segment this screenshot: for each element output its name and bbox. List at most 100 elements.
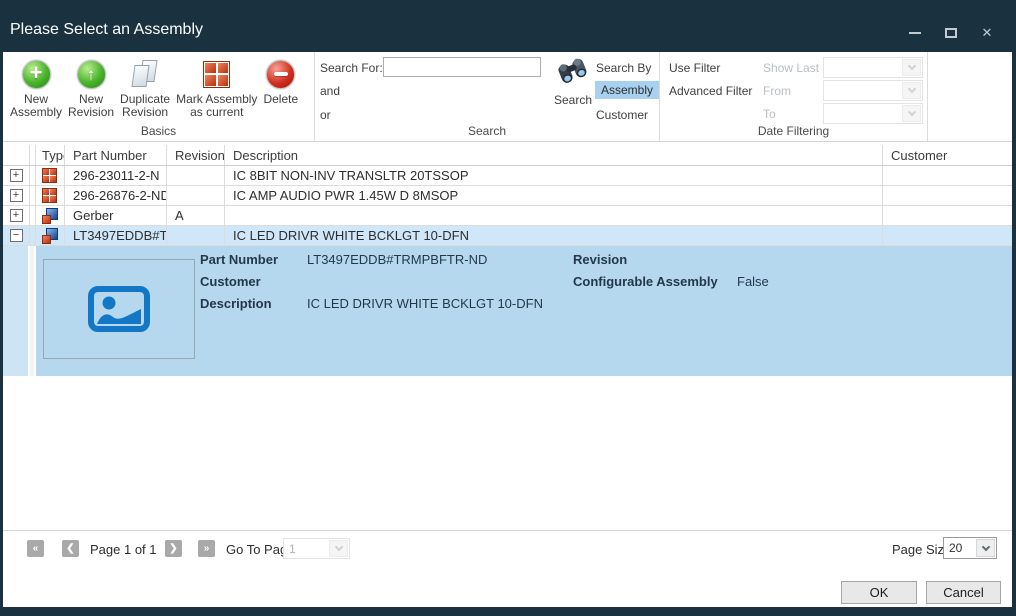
column-header-customer[interactable]: Customer	[883, 145, 1012, 165]
duplicate-revision-label-2: Revision	[122, 106, 168, 119]
cell-description	[225, 206, 883, 225]
pagination-bar: « ❮ Page 1 of 1 ❯ » Go To Page 1 Page Si…	[3, 530, 1012, 566]
chevron-down-icon	[902, 59, 921, 76]
maximize-button[interactable]	[940, 24, 962, 42]
collapse-button[interactable]: −	[10, 229, 23, 242]
assembly-grid: Type Part Number Revision Description Cu…	[3, 145, 1012, 376]
cell-revision	[167, 166, 225, 185]
next-page-icon: ❯	[169, 543, 177, 554]
cell-part-number: Gerber	[65, 206, 167, 225]
delete-label: Delete	[263, 93, 298, 106]
assembly-icon	[42, 228, 58, 244]
detail-configurable-label: Configurable Assembly	[573, 274, 718, 289]
column-header-revision[interactable]: Revision	[167, 145, 225, 165]
new-revision-button[interactable]: ↑ New Revision	[65, 56, 117, 121]
close-button[interactable]: ✕	[976, 24, 998, 42]
mark-assembly-current-button[interactable]: Mark Assembly as current	[173, 56, 260, 121]
page-indicator: Page 1 of 1	[90, 542, 157, 557]
ok-button-label: OK	[870, 585, 889, 600]
delete-button[interactable]: Delete	[260, 56, 301, 108]
search-and-label: and	[320, 84, 340, 98]
chevron-down-icon	[976, 539, 995, 557]
assembly-image-placeholder	[43, 259, 195, 359]
page-size-dropdown[interactable]: 20	[943, 537, 997, 559]
first-page-icon: «	[33, 543, 39, 554]
expand-button[interactable]: +	[10, 209, 23, 222]
ribbon-toolbar: + New Assembly ↑ New Revision Duplicate …	[3, 52, 1012, 142]
detail-revision-label: Revision	[573, 252, 627, 267]
table-row[interactable]: + 296-26876-2-ND IC AMP AUDIO PWR 1.45W …	[3, 186, 1012, 206]
minimize-button[interactable]	[904, 24, 926, 42]
ok-button[interactable]: OK	[841, 581, 917, 604]
previous-page-button[interactable]: ❮	[62, 540, 79, 557]
cell-description: IC LED DRIVR WHITE BCKLGT 10-DFN	[225, 226, 883, 245]
table-row-selected[interactable]: − LT3497EDDB#T... IC LED DRIVR WHITE BCK…	[3, 226, 1012, 246]
to-label: To	[763, 107, 776, 121]
cell-customer	[883, 186, 1012, 205]
from-dropdown	[823, 80, 923, 101]
cell-description: IC AMP AUDIO PWR 1.45W D 8MSOP	[225, 186, 883, 205]
detail-part-number-value: LT3497EDDB#TRMPBFTR-ND	[307, 252, 487, 267]
ribbon-group-basics: + New Assembly ↑ New Revision Duplicate …	[3, 52, 315, 141]
detail-description-label: Description	[200, 296, 272, 311]
cancel-button[interactable]: Cancel	[926, 581, 1001, 604]
detail-part-number-label: Part Number	[200, 252, 278, 267]
dialog-content: + New Assembly ↑ New Revision Duplicate …	[3, 52, 1012, 607]
column-header-type[interactable]: Type	[36, 145, 65, 165]
minimize-icon	[909, 32, 921, 34]
cell-revision: A	[167, 206, 225, 225]
last-page-icon: »	[204, 543, 210, 554]
search-for-input[interactable]	[383, 57, 541, 77]
ribbon-group-search: Search For: and or	[315, 52, 660, 141]
assembly-select-dialog: Please Select an Assembly ✕ + New Assemb…	[0, 0, 1016, 616]
from-label: From	[763, 84, 791, 98]
title-bar: Please Select an Assembly ✕	[0, 0, 1016, 52]
mark-current-label-2: as current	[190, 106, 243, 119]
new-assembly-label-2: Assembly	[10, 106, 62, 119]
ribbon-group-date-filtering: Use Filter Advanced Filter Show Last Fro…	[660, 52, 928, 141]
go-to-page-dropdown: 1	[283, 538, 350, 559]
search-by-label: Search By	[596, 61, 651, 75]
column-header-description[interactable]: Description	[225, 145, 883, 165]
cell-customer	[883, 206, 1012, 225]
search-by-option-assembly[interactable]: Assembly	[595, 81, 659, 99]
expand-button[interactable]: +	[10, 169, 23, 182]
cell-part-number: 296-26876-2-ND	[65, 186, 167, 205]
search-or-label: or	[320, 108, 331, 122]
cell-revision	[167, 226, 225, 245]
picture-icon	[88, 286, 150, 332]
search-for-label: Search For:	[320, 61, 383, 75]
basics-group-label: Basics	[3, 124, 314, 138]
table-row[interactable]: + Gerber A	[3, 206, 1012, 226]
first-page-button[interactable]: «	[27, 540, 44, 557]
advanced-filter-label[interactable]: Advanced Filter	[669, 84, 752, 98]
window-controls: ✕	[904, 24, 998, 42]
search-button[interactable]: Search	[548, 56, 598, 107]
cell-revision	[167, 186, 225, 205]
cell-part-number: LT3497EDDB#T...	[65, 226, 167, 245]
new-revision-label-2: Revision	[68, 106, 114, 119]
component-icon	[42, 168, 57, 183]
table-row[interactable]: + 296-23011-2-N IC 8BIT NON-INV TRANSLTR…	[3, 166, 1012, 186]
cell-customer	[883, 166, 1012, 185]
next-page-button[interactable]: ❯	[165, 540, 182, 557]
duplicate-revision-button[interactable]: Duplicate Revision	[117, 56, 173, 121]
chevron-down-icon	[902, 82, 921, 99]
use-filter-label[interactable]: Use Filter	[669, 61, 720, 75]
cell-customer	[883, 226, 1012, 245]
component-icon	[42, 188, 57, 203]
search-by-option-customer[interactable]: Customer	[596, 108, 648, 122]
new-assembly-button[interactable]: + New Assembly	[7, 56, 65, 121]
column-header-part-number[interactable]: Part Number	[65, 145, 167, 165]
previous-page-icon: ❮	[66, 543, 74, 554]
dialog-title: Please Select an Assembly	[10, 21, 203, 39]
delete-icon	[266, 60, 295, 89]
expand-button[interactable]: +	[10, 189, 23, 202]
show-last-dropdown	[823, 57, 923, 78]
detail-customer-label: Customer	[200, 274, 261, 289]
cancel-button-label: Cancel	[943, 585, 983, 600]
last-page-button[interactable]: »	[198, 540, 215, 557]
detail-description-value: IC LED DRIVR WHITE BCKLGT 10-DFN	[307, 296, 543, 311]
new-revision-icon: ↑	[77, 60, 106, 89]
mark-current-icon	[203, 61, 230, 88]
